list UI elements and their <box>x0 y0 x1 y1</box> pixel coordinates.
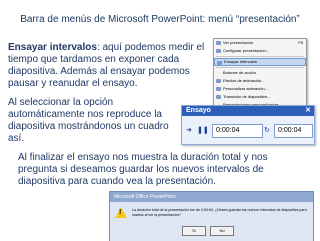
dialog-title: Microsoft Office PowerPoint <box>110 192 313 202</box>
animation-icon <box>216 79 221 83</box>
custom-animation-icon <box>216 87 221 91</box>
menu-item-ver-presentacion[interactable]: Ver presentación F5 <box>214 39 306 47</box>
transition-icon <box>216 95 221 99</box>
ensayo-title: Ensayo <box>186 107 211 114</box>
paragraph-seleccionar: Al seleccionar la opción automáticamente… <box>8 97 169 144</box>
slide-time-field[interactable]: 0:00:04 <box>212 124 263 138</box>
no-button[interactable]: No <box>210 226 234 236</box>
yes-button[interactable]: Sí <box>182 226 206 236</box>
dialog-message: La duración total de la presentación fue… <box>132 208 307 217</box>
repeat-icon[interactable]: ↻ <box>264 126 271 135</box>
menu-item-label: Ver presentación <box>223 40 254 45</box>
presentation-icon <box>216 41 221 45</box>
menu-item-label: Personalizar animación... <box>223 86 268 91</box>
menu-item-configurar[interactable]: Configurar presentación... <box>214 47 306 55</box>
menu-item-label: Ensayar intervalos <box>224 59 257 64</box>
menu-item-label: Botones de acción <box>223 70 256 75</box>
warning-icon: ! <box>115 207 127 218</box>
menu-separator <box>216 56 304 57</box>
next-icon[interactable]: ➜ <box>186 126 193 135</box>
paragraph-finalizar: Al finalizar el ensayo nos muestra la du… <box>18 152 268 187</box>
menu-item-shortcut: F5 <box>298 40 303 45</box>
settings-icon <box>216 49 221 53</box>
close-icon[interactable]: ✕ <box>305 106 311 116</box>
menu-item-personalizar-animacion[interactable]: Personalizar animación... <box>214 85 306 93</box>
menu-item-botones-accion[interactable]: Botones de acción <box>214 69 306 77</box>
menu-item-label: Transición de diapositiva... <box>223 94 271 99</box>
paragraph-ensayar-intervalos: Ensayar intervalos: aquí podemos medir e… <box>8 42 213 90</box>
paragraph-bold-term: Ensayar intervalos <box>8 42 97 53</box>
save-timings-dialog: Microsoft Office PowerPoint ! La duració… <box>109 191 314 241</box>
pause-icon[interactable]: ❚❚ <box>197 126 209 135</box>
menu-item-efectos-animacion[interactable]: Efectos de animación... <box>214 77 306 85</box>
ensayo-body: ➜ ❚❚ 0:00:04 ↻ 0:00:04 <box>182 116 314 144</box>
ensayo-title-bar: Ensayo ✕ <box>182 106 314 116</box>
menu-item-ensayar-intervalos[interactable]: Ensayar intervalos <box>214 58 306 66</box>
menu-item-transicion[interactable]: Transición de diapositiva... <box>214 93 306 101</box>
ensayo-toolbar: Ensayo ✕ ➜ ❚❚ 0:00:04 ↻ 0:00:04 <box>181 105 315 145</box>
menu-item-label: Efectos de animación... <box>223 78 265 83</box>
menu-separator <box>216 67 304 68</box>
menu-item-label: Configurar presentación... <box>223 48 270 53</box>
slide-title: Barra de menús de Microsoft PowerPoint: … <box>20 14 300 25</box>
timer-icon <box>217 61 222 65</box>
total-time-field: 0:00:04 <box>274 124 313 138</box>
